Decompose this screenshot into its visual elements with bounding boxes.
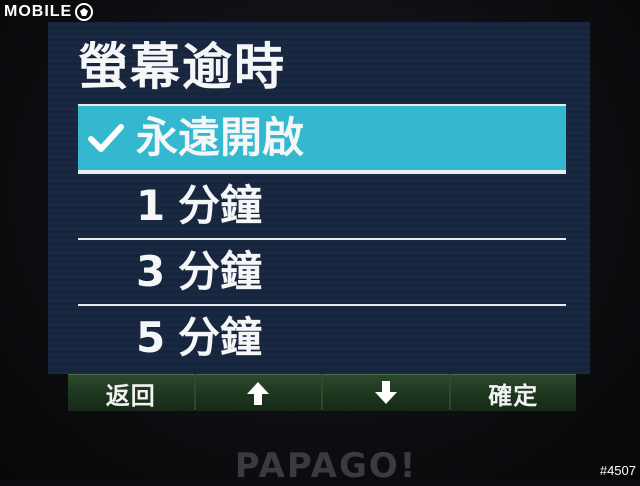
device-screen: 螢幕逾時 永遠開啟 1 分鐘 3 分鐘 5 分鐘 xyxy=(48,22,590,374)
menu-item-label: 1 分鐘 xyxy=(136,174,262,238)
menu-item-unit: 分鐘 xyxy=(178,181,263,230)
menu-item-unit: 分鐘 xyxy=(178,247,263,296)
timeout-menu: 永遠開啟 1 分鐘 3 分鐘 5 分鐘 xyxy=(78,104,566,370)
back-button[interactable]: 返回 xyxy=(68,374,194,411)
menu-item-label: 3 分鐘 xyxy=(136,240,262,304)
menu-item-3-min[interactable]: 3 分鐘 xyxy=(78,238,566,304)
fist-icon xyxy=(75,3,94,21)
watermark-brand: MOBILE xyxy=(4,3,73,20)
menu-item-number: 3 xyxy=(136,247,166,296)
menu-item-5-min[interactable]: 5 分鐘 xyxy=(78,304,566,370)
menu-item-unit: 分鐘 xyxy=(178,313,263,362)
menu-item-always-on[interactable]: 永遠開啟 xyxy=(78,104,566,172)
device-brand-logo: PAPAGO! xyxy=(234,446,418,486)
menu-item-label: 永遠開啟 xyxy=(136,113,305,162)
confirm-button[interactable]: 確定 xyxy=(450,374,576,411)
watermark-logo: MOBILE xyxy=(4,2,94,22)
menu-item-number: 1 xyxy=(136,181,166,230)
up-button[interactable] xyxy=(195,374,321,411)
page-title: 螢幕逾時 xyxy=(78,38,286,96)
down-button[interactable] xyxy=(323,374,449,411)
watermark-id: #4507 xyxy=(599,463,636,478)
menu-item-1-min[interactable]: 1 分鐘 xyxy=(78,172,566,238)
arrow-up-icon xyxy=(247,382,270,405)
arrow-down-icon xyxy=(374,381,397,404)
menu-item-number: 5 xyxy=(136,313,166,362)
check-icon xyxy=(86,106,126,170)
softkey-toolbar: 返回 確定 xyxy=(68,374,576,411)
menu-item-label: 5 分鐘 xyxy=(136,306,262,370)
